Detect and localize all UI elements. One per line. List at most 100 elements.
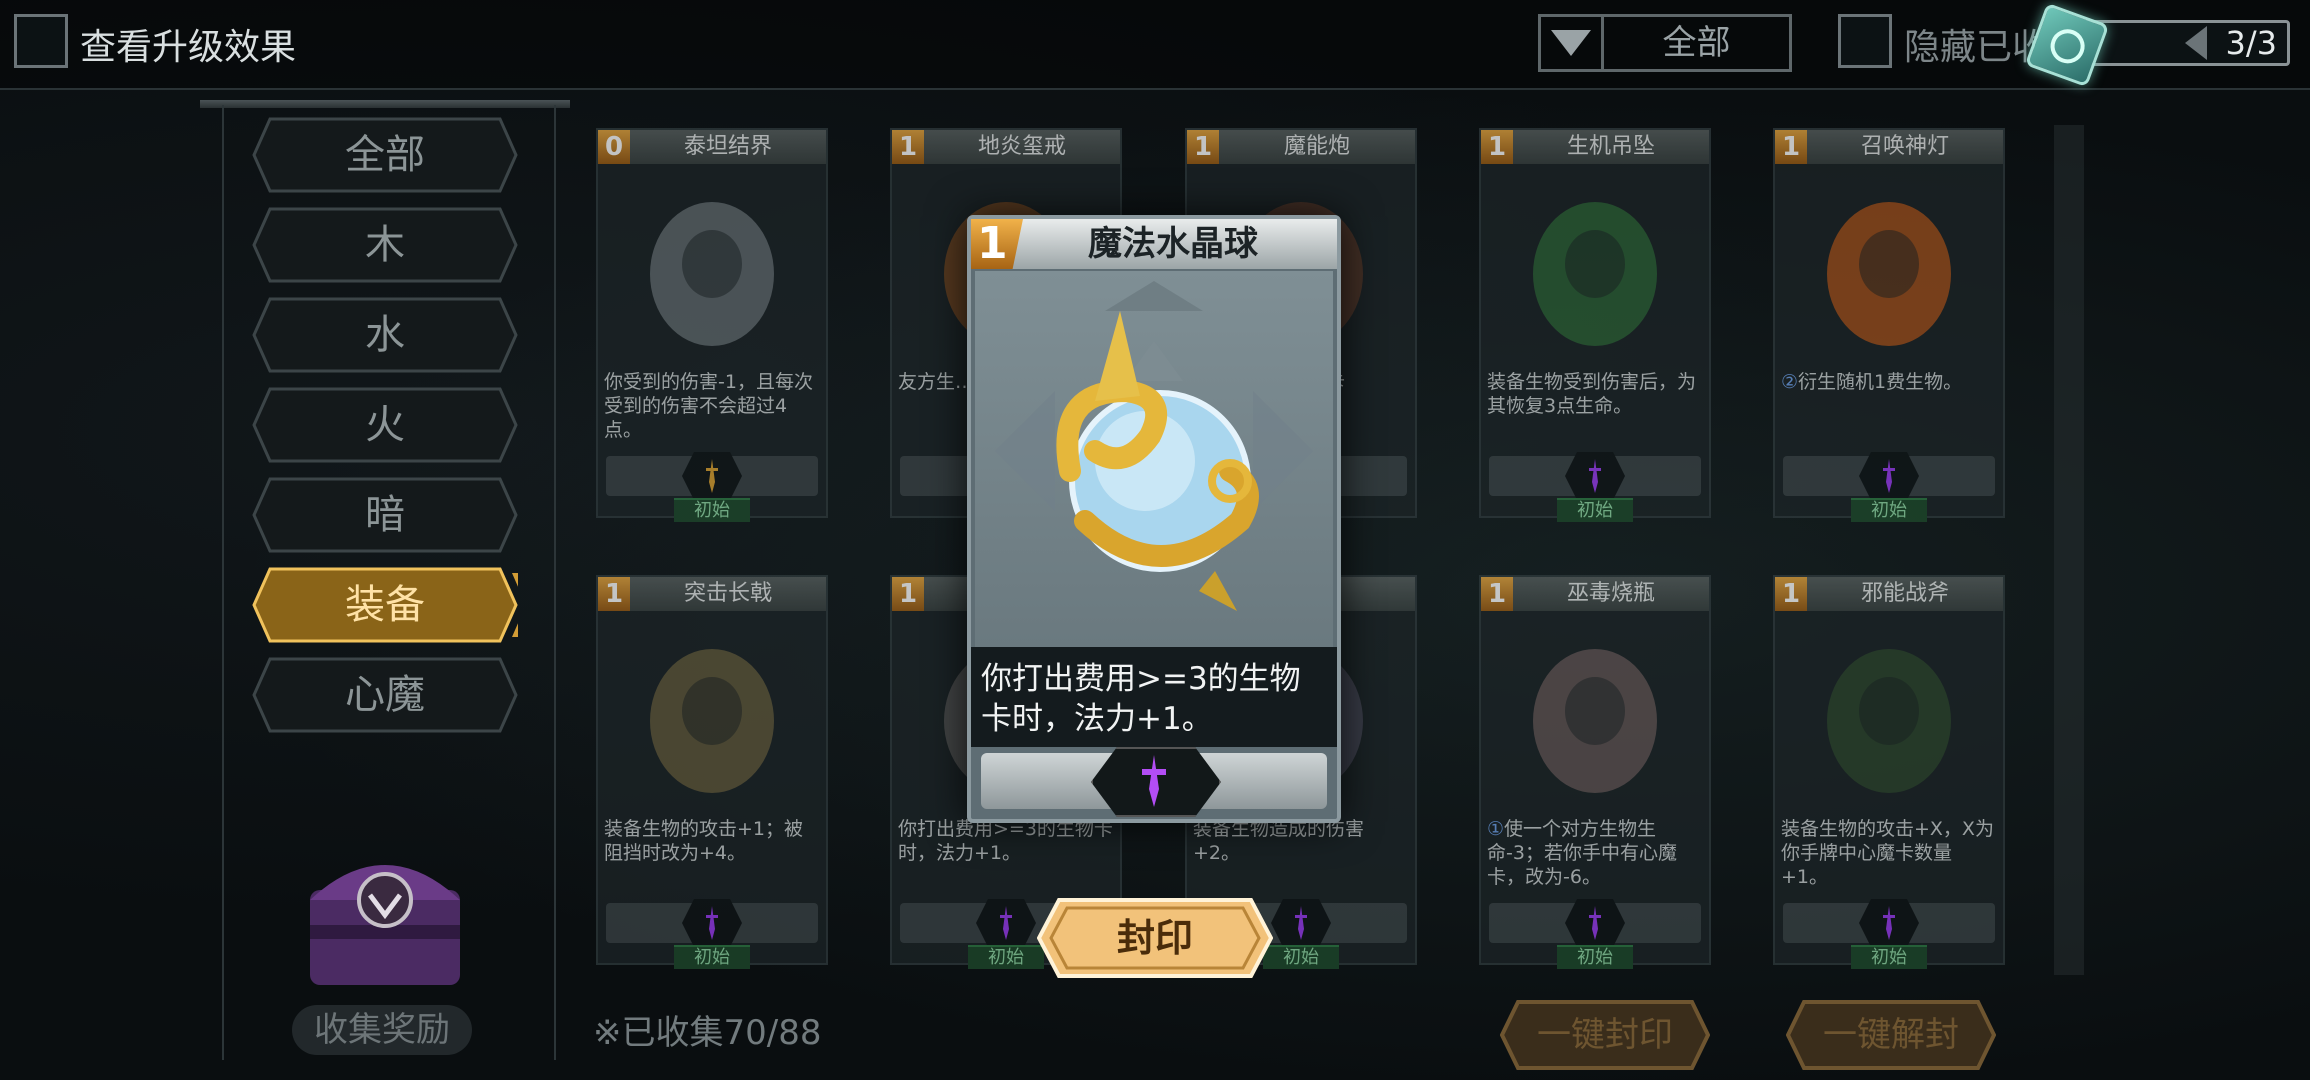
unseal-all-button[interactable]: 一键解封 — [1786, 1000, 1996, 1070]
card-cost: 1 — [1775, 577, 1807, 611]
card-tag: 初始 — [1851, 498, 1927, 522]
card-tag: 初始 — [1263, 945, 1339, 969]
dagger-icon — [1295, 906, 1307, 940]
card-tag: 初始 — [674, 498, 750, 522]
category-tab[interactable]: 装备 — [252, 567, 518, 643]
card-cost: 1 — [1481, 577, 1513, 611]
card-desc-prefix: ② — [1781, 371, 1799, 393]
dagger-icon — [1589, 459, 1601, 493]
category-label: 水 — [365, 312, 405, 358]
card-header: 1 巫毒烧瓶 — [1481, 577, 1709, 611]
card-desc-text: 衍生随机1费生物。 — [1798, 371, 1963, 393]
card-art — [1489, 174, 1701, 364]
card-desc-text: 你受到的伤害-1，且每次受到的伤害不会超过4点。 — [604, 371, 813, 441]
card-description: 你受到的伤害-1，且每次受到的伤害不会超过4点。 — [604, 370, 820, 442]
card-description: 装备生物的攻击+1；被阻挡时改为+4。 — [604, 817, 820, 865]
card-slot — [1783, 899, 1995, 947]
category-label: 全部 — [345, 132, 425, 178]
filter-value: 全部 — [1662, 23, 1731, 63]
card-name: 地炎玺戒 — [977, 134, 1066, 159]
scrollbar[interactable] — [2054, 125, 2084, 975]
card-description: 装备生物受到伤害后，为其恢复3点生命。 — [1487, 370, 1703, 418]
modal-description: 你打出费用>=3的生物卡时，法力+1。 — [971, 647, 1337, 747]
card-slot — [606, 899, 818, 947]
category-label: 心魔 — [345, 672, 425, 718]
card-tag: 初始 — [1557, 498, 1633, 522]
category-tab[interactable]: 水 — [252, 297, 518, 373]
filter-dropdown[interactable]: 全部 — [1538, 14, 1792, 72]
card-name: 魔能炮 — [1283, 134, 1350, 159]
dagger-icon — [1589, 906, 1601, 940]
card-desc-text: 使一个对方生物生命-3；若你手中有心魔卡，改为-6。 — [1487, 818, 1677, 888]
category-tab[interactable]: 心魔 — [252, 657, 518, 733]
card-cost: 1 — [1187, 130, 1219, 164]
card-cost: 1 — [1481, 130, 1513, 164]
seal-button[interactable]: 封印 — [1036, 898, 1274, 978]
view-upgrade-label: 查看升级效果 — [80, 27, 297, 68]
view-upgrade-checkbox[interactable] — [14, 14, 68, 68]
card-art — [606, 174, 818, 364]
equipment-card[interactable]: 1 生机吊坠装备生物受到伤害后，为其恢复3点生命。初始 — [1479, 128, 1711, 522]
category-tab[interactable]: 木 — [252, 207, 518, 283]
category-label: 木 — [365, 222, 405, 268]
category-tab[interactable]: 火 — [252, 387, 518, 463]
crystal-ball-art — [975, 271, 1333, 647]
card-header: 0 泰坦结界 — [598, 130, 826, 164]
reward-chest-icon[interactable] — [300, 840, 470, 990]
equipment-card[interactable]: 1 邪能战斧装备生物的攻击+X，X为你手牌中心魔卡数量+1。初始 — [1773, 575, 2005, 969]
category-label: 火 — [365, 402, 405, 448]
modal-cost: 1 — [971, 219, 1023, 269]
card-tag: 初始 — [1557, 945, 1633, 969]
category-tab[interactable]: 全部 — [252, 117, 518, 193]
equipment-card[interactable]: 1 召唤神灯 ②衍生随机1费生物。初始 — [1773, 128, 2005, 522]
card-header: 1 魔能炮 — [1187, 130, 1415, 164]
card-detail-modal: 1 魔法水晶球 你打出费用>=3的生物卡时，法力+1。 — [967, 215, 1341, 823]
card-tag: 初始 — [1851, 945, 1927, 969]
card-header: 1 邪能战斧 — [1775, 577, 2003, 611]
page-prev-icon[interactable] — [2185, 26, 2207, 60]
card-name: 泰坦结界 — [683, 134, 772, 159]
card-art — [1489, 621, 1701, 811]
card-cost: 0 — [598, 130, 630, 164]
modal-title: 魔法水晶球 — [1088, 224, 1258, 264]
card-name: 突击长戟 — [683, 581, 772, 606]
seal-all-button[interactable]: 一键封印 — [1500, 1000, 1710, 1070]
card-art — [1783, 174, 1995, 364]
modal-header: 1 魔法水晶球 — [971, 219, 1337, 269]
dagger-icon — [1883, 459, 1895, 493]
card-header: 1 生机吊坠 — [1481, 130, 1709, 164]
card-name: 邪能战斧 — [1860, 581, 1949, 606]
card-tag: 初始 — [674, 945, 750, 969]
category-tab[interactable]: 暗 — [252, 477, 518, 553]
hide-collected-checkbox[interactable] — [1838, 14, 1892, 68]
modal-slot-bar — [981, 747, 1327, 817]
card-description: ①使一个对方生物生命-3；若你手中有心魔卡，改为-6。 — [1487, 817, 1703, 889]
card-description: 装备生物的攻击+X，X为你手牌中心魔卡数量+1。 — [1781, 817, 1997, 889]
category-label: 装备 — [345, 582, 425, 628]
unseal-all-label: 一键解封 — [1823, 1015, 1959, 1055]
purple-dagger-icon — [1142, 755, 1166, 807]
top-bar: 查看升级效果 全部 隐藏已收 3/3 — [0, 0, 2310, 90]
seal-all-label: 一键封印 — [1537, 1015, 1673, 1055]
card-header: 1 召唤神灯 — [1775, 130, 2003, 164]
card-header: 1 地炎玺戒 — [892, 130, 1120, 164]
card-slot — [1783, 452, 1995, 500]
crystal-gem-icon — [2024, 2, 2110, 88]
card-description: 你打出费用>=3的生物卡时，法力+1。 — [898, 817, 1114, 865]
card-cost: 1 — [1775, 130, 1807, 164]
card-desc-text: 装备生物造成的伤害+2。 — [1193, 818, 1365, 864]
card-desc-text: 你打出费用>=3的生物卡时，法力+1。 — [898, 818, 1113, 864]
card-name: 召唤神灯 — [1860, 134, 1949, 159]
card-cost: 1 — [892, 130, 924, 164]
dropdown-arrow-icon — [1541, 17, 1604, 69]
dagger-icon — [1883, 906, 1895, 940]
card-art — [606, 621, 818, 811]
equipment-card[interactable]: 1 巫毒烧瓶 ①使一个对方生物生命-3；若你手中有心魔卡，改为-6。初始 — [1479, 575, 1711, 969]
card-desc-prefix: ① — [1487, 818, 1505, 840]
dagger-icon — [706, 459, 718, 493]
equipment-card[interactable]: 1 突击长戟 装备生物的攻击+1；被阻挡时改为+4。 初始 — [596, 575, 828, 969]
card-cost: 1 — [892, 577, 924, 611]
collection-progress: ※已收集70/88 — [593, 1013, 822, 1053]
collect-reward-button[interactable]: 收集奖励 — [292, 1005, 472, 1055]
equipment-card[interactable]: 0 泰坦结界你受到的伤害-1，且每次受到的伤害不会超过4点。初始 — [596, 128, 828, 522]
